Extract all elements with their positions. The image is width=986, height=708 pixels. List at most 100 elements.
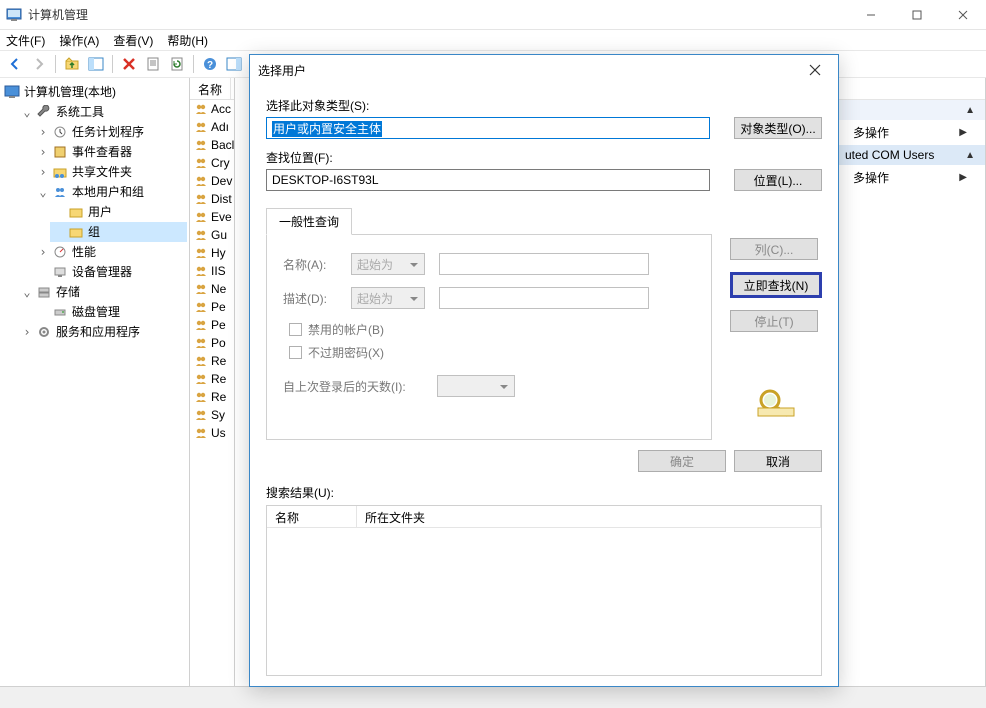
app-icon (6, 7, 22, 23)
col-name[interactable]: 名称 (190, 78, 231, 99)
menu-view[interactable]: 查看(V) (113, 32, 153, 49)
collapse-icon[interactable]: ⌄ (20, 103, 34, 121)
name-input[interactable] (439, 253, 649, 275)
location-field[interactable] (266, 169, 710, 191)
tree-storage[interactable]: ⌄存储 (18, 282, 187, 302)
list-item[interactable]: Re (190, 352, 234, 370)
tree-groups[interactable]: 组 (50, 222, 187, 242)
tree-services-apps[interactable]: ›服务和应用程序 (18, 322, 187, 342)
columns-button[interactable]: 列(C)... (730, 238, 818, 260)
desc-match-combo[interactable]: 起始为 (351, 287, 425, 309)
locations-button[interactable]: 位置(L)... (734, 169, 822, 191)
properties-button[interactable] (142, 53, 164, 75)
tree-root[interactable]: 计算机管理(本地) (2, 82, 187, 102)
tab-content: 名称(A): 起始为 描述(D): 起始为 禁用的帐户(B) (266, 234, 712, 440)
list-item[interactable]: Dist (190, 190, 234, 208)
stop-button[interactable]: 停止(T) (730, 310, 818, 332)
list-item[interactable]: Pe (190, 298, 234, 316)
tree-disk-management[interactable]: 磁盘管理 (34, 302, 187, 322)
ok-button[interactable]: 确定 (638, 450, 726, 472)
help-button[interactable]: ? (199, 53, 221, 75)
minimize-button[interactable] (848, 0, 894, 29)
days-since-logon-label: 自上次登录后的天数(I): (283, 378, 423, 395)
list-item[interactable]: Po (190, 334, 234, 352)
collapse-icon[interactable]: ⌄ (36, 183, 50, 201)
name-match-combo[interactable]: 起始为 (351, 253, 425, 275)
cancel-button[interactable]: 取消 (734, 450, 822, 472)
actions-more-ops-2[interactable]: 多操作▶ (835, 165, 985, 190)
list-item[interactable]: IIS (190, 262, 234, 280)
tree-performance[interactable]: ›性能 (34, 242, 187, 262)
group-icon (194, 210, 208, 224)
tab-common-query[interactable]: 一般性查询 (266, 208, 352, 235)
menu-file[interactable]: 文件(F) (6, 32, 45, 49)
desc-input[interactable] (439, 287, 649, 309)
group-icon (194, 174, 208, 188)
statusbar (0, 686, 986, 708)
expand-icon[interactable]: › (36, 143, 50, 161)
results-grid[interactable]: 名称 所在文件夹 (266, 505, 822, 676)
svg-text:?: ? (207, 60, 213, 71)
results-col-name[interactable]: 名称 (267, 506, 357, 527)
menu-help[interactable]: 帮助(H) (167, 32, 208, 49)
list-item[interactable]: Acc (190, 100, 234, 118)
actions-more-ops-1[interactable]: 多操作▶ (835, 120, 985, 145)
dialog-titlebar: 选择用户 (250, 55, 838, 85)
checkbox-icon (289, 346, 302, 359)
tree-device-manager[interactable]: 设备管理器 (34, 262, 187, 282)
computer-icon (4, 84, 20, 100)
days-since-logon-combo[interactable] (437, 375, 515, 397)
object-types-button[interactable]: 对象类型(O)... (734, 117, 822, 139)
close-button[interactable] (940, 0, 986, 29)
list-item[interactable]: Dev (190, 172, 234, 190)
list-item[interactable]: Hy (190, 244, 234, 262)
list-item[interactable]: Re (190, 388, 234, 406)
list-item[interactable]: Bacl (190, 136, 234, 154)
list-item[interactable]: Pe (190, 316, 234, 334)
object-type-field[interactable]: 用户或内置安全主体 (266, 117, 710, 139)
list-header[interactable]: 名称 (190, 78, 234, 100)
tree-users[interactable]: 用户 (50, 202, 187, 222)
menu-action[interactable]: 操作(A) (59, 32, 99, 49)
list-item[interactable]: Re (190, 370, 234, 388)
dialog-close-button[interactable] (800, 55, 830, 85)
tree-local-users[interactable]: ⌄本地用户和组 (34, 182, 187, 202)
list-item[interactable]: Sy (190, 406, 234, 424)
list-item[interactable]: Cry (190, 154, 234, 172)
up-button[interactable] (61, 53, 83, 75)
actions-pane-button[interactable] (223, 53, 245, 75)
collapse-icon[interactable]: ⌄ (20, 283, 34, 301)
list-item[interactable]: Gu (190, 226, 234, 244)
device-icon (52, 264, 68, 280)
results-col-folder[interactable]: 所在文件夹 (357, 506, 821, 527)
tree-system-tools[interactable]: ⌄系统工具 (18, 102, 187, 122)
storage-icon (36, 284, 52, 300)
titlebar: 计算机管理 (0, 0, 986, 30)
list-item[interactable]: Adı (190, 118, 234, 136)
forward-button[interactable] (28, 53, 50, 75)
expand-icon[interactable]: › (36, 243, 50, 261)
list-item[interactable]: Ne (190, 280, 234, 298)
maximize-button[interactable] (894, 0, 940, 29)
delete-button[interactable] (118, 53, 140, 75)
non-expiring-pw-checkbox[interactable]: 不过期密码(X) (289, 344, 695, 361)
actions-section-2[interactable]: uted COM Users▲ (835, 145, 985, 165)
triangle-right-icon: ▶ (959, 127, 967, 138)
expand-icon[interactable]: › (36, 123, 50, 141)
list-item[interactable]: Eve (190, 208, 234, 226)
tree-task-scheduler[interactable]: ›任务计划程序 (34, 122, 187, 142)
disabled-accounts-checkbox[interactable]: 禁用的帐户(B) (289, 321, 695, 338)
triangle-up-icon: ▲ (965, 105, 975, 116)
folder-icon (68, 204, 84, 220)
list-item[interactable]: Us (190, 424, 234, 442)
dialog-title: 选择用户 (258, 62, 800, 79)
find-now-button[interactable]: 立即查找(N) (730, 272, 822, 298)
show-hide-tree-button[interactable] (85, 53, 107, 75)
expand-icon[interactable]: › (20, 323, 34, 341)
refresh-button[interactable] (166, 53, 188, 75)
tree-shared-folders[interactable]: ›共享文件夹 (34, 162, 187, 182)
expand-icon[interactable]: › (36, 163, 50, 181)
actions-section[interactable]: ▲ (835, 100, 985, 120)
tree-event-viewer[interactable]: ›事件查看器 (34, 142, 187, 162)
back-button[interactable] (4, 53, 26, 75)
